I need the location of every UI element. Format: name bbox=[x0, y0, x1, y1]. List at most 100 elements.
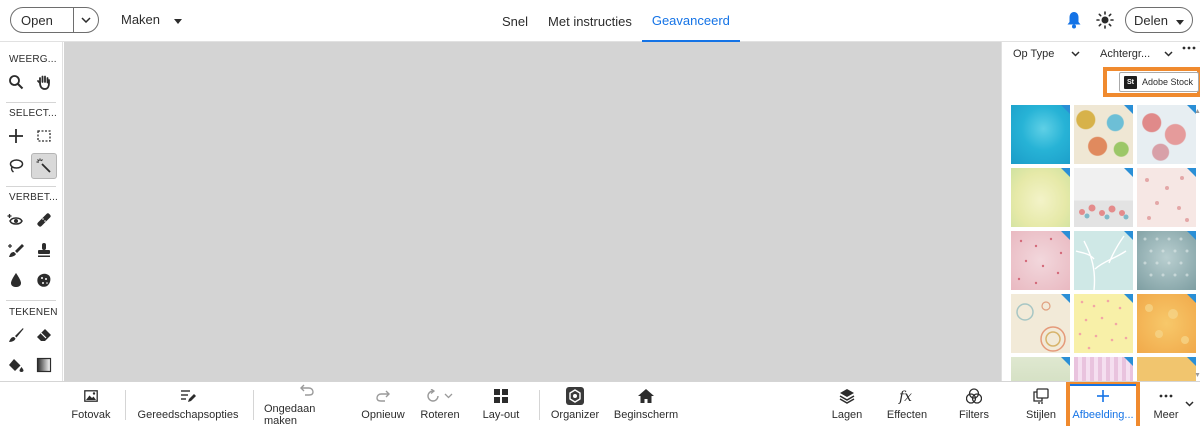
brush-icon[interactable] bbox=[3, 322, 29, 348]
sponge-icon[interactable] bbox=[31, 267, 57, 293]
effects-button[interactable]: fx Effecten bbox=[885, 382, 929, 426]
stock-corner-badge bbox=[1124, 105, 1133, 114]
paint-bucket-icon[interactable] bbox=[3, 352, 29, 378]
caret-down-icon bbox=[1175, 13, 1184, 28]
tool-options-icon bbox=[180, 388, 196, 404]
rotate-label: Roteren bbox=[420, 409, 460, 421]
adobe-stock-highlight: St Adobe Stock bbox=[1103, 67, 1200, 97]
thumbnail[interactable] bbox=[1074, 357, 1133, 381]
lasso-icon[interactable] bbox=[3, 153, 29, 179]
stock-corner-badge bbox=[1061, 105, 1070, 114]
bottom-divider bbox=[125, 390, 126, 420]
gereedschapsopties-label: Gereedschapsopties bbox=[137, 409, 239, 421]
chevron-down-icon[interactable] bbox=[1185, 394, 1194, 412]
thumbnail[interactable] bbox=[1011, 105, 1070, 164]
graphics-panel: Op Type Achtergr... St Adobe Stock bbox=[1001, 42, 1200, 381]
filters-icon bbox=[966, 388, 982, 404]
open-button-label: Open bbox=[21, 12, 53, 28]
afbeelding-button[interactable]: Afbeelding... bbox=[1070, 382, 1136, 426]
more-options-icon[interactable] bbox=[1182, 46, 1196, 50]
stock-corner-badge bbox=[1124, 357, 1133, 366]
svg-text:fx: fx bbox=[898, 389, 912, 404]
magic-wand-icon[interactable] bbox=[31, 153, 57, 179]
filters-label: Filters bbox=[959, 409, 989, 421]
rotate-button[interactable]: Roteren bbox=[418, 382, 462, 426]
gradient-icon[interactable] bbox=[31, 352, 57, 378]
fotovak-button[interactable]: Fotovak bbox=[70, 382, 112, 426]
red-eye-icon[interactable] bbox=[3, 207, 29, 233]
thumbnail[interactable] bbox=[1074, 168, 1133, 227]
organizer-button[interactable]: Organizer bbox=[550, 382, 600, 426]
tab-met-instructies[interactable]: Met instructies bbox=[538, 0, 642, 42]
photo-bin-icon bbox=[84, 388, 98, 404]
share-label: Delen bbox=[1134, 12, 1168, 28]
hand-icon[interactable] bbox=[31, 69, 57, 95]
layout-button[interactable]: Lay-out bbox=[480, 382, 522, 426]
chevron-down-icon[interactable] bbox=[74, 17, 98, 23]
bell-icon[interactable] bbox=[1066, 11, 1082, 34]
move-icon[interactable] bbox=[3, 123, 29, 149]
thumbnail[interactable] bbox=[1074, 105, 1133, 164]
organizer-icon bbox=[566, 387, 584, 405]
thumbnail[interactable] bbox=[1137, 357, 1196, 381]
blur-icon[interactable] bbox=[3, 267, 29, 293]
more-label: Meer bbox=[1153, 409, 1179, 421]
thumbnail[interactable] bbox=[1137, 105, 1196, 164]
layers-button[interactable]: Lagen bbox=[829, 382, 865, 426]
fotovak-label: Fotovak bbox=[71, 409, 111, 421]
thumbnail[interactable] bbox=[1011, 294, 1070, 353]
maken-menu[interactable]: Maken bbox=[121, 12, 183, 27]
background-thumbnails bbox=[1011, 105, 1200, 381]
panel-scrollbar[interactable] bbox=[1195, 105, 1200, 381]
tab-geavanceerd[interactable]: Geavanceerd bbox=[641, 0, 740, 42]
thumbnail[interactable] bbox=[1074, 294, 1133, 353]
fx-icon: fx bbox=[898, 388, 916, 404]
open-button[interactable]: Open bbox=[10, 7, 99, 33]
tools-panel: WEERG... SELECT... VERBET... TEKENEN bbox=[0, 42, 63, 400]
stock-corner-badge bbox=[1061, 168, 1070, 177]
filter-category-dropdown[interactable]: Achtergr... bbox=[1100, 48, 1173, 60]
zoom-icon[interactable] bbox=[3, 69, 29, 95]
rotate-icon bbox=[426, 388, 454, 404]
mode-tabs: Snel Met instructies Geavanceerd bbox=[492, 0, 740, 42]
undo-label: Ongedaan maken bbox=[264, 403, 316, 426]
thumbnail[interactable] bbox=[1137, 168, 1196, 227]
plus-icon bbox=[1097, 388, 1109, 404]
chevron-down-icon bbox=[1071, 48, 1080, 60]
thumbnail[interactable] bbox=[1011, 168, 1070, 227]
healing-brush-icon[interactable] bbox=[31, 207, 57, 233]
clone-stamp-icon[interactable] bbox=[31, 237, 57, 263]
thumbnail[interactable] bbox=[1011, 357, 1070, 381]
share-button[interactable]: Delen bbox=[1125, 7, 1193, 33]
filters-button[interactable]: Filters bbox=[954, 382, 994, 426]
section-tekenen: TEKENEN bbox=[9, 307, 58, 318]
marquee-icon[interactable] bbox=[31, 123, 57, 149]
filter-type-dropdown[interactable]: Op Type bbox=[1013, 48, 1080, 60]
chevron-down-icon bbox=[1164, 48, 1173, 60]
image-canvas[interactable] bbox=[64, 42, 1001, 381]
home-screen-button[interactable]: Beginscherm bbox=[614, 382, 678, 426]
adobe-stock-button[interactable]: St Adobe Stock bbox=[1119, 72, 1199, 92]
gereedschapsopties-button[interactable]: Gereedschapsopties bbox=[137, 382, 239, 426]
sun-icon[interactable] bbox=[1096, 11, 1114, 34]
stock-logo-icon: St bbox=[1124, 75, 1137, 89]
undo-button[interactable]: Ongedaan maken bbox=[264, 382, 350, 426]
thumbnail[interactable] bbox=[1137, 294, 1196, 353]
redo-icon bbox=[376, 388, 390, 404]
tab-snel[interactable]: Snel bbox=[492, 0, 538, 42]
section-verbeteren: VERBET... bbox=[9, 192, 59, 203]
smart-brush-icon[interactable] bbox=[3, 237, 29, 263]
thumbnail[interactable] bbox=[1074, 231, 1133, 290]
toolbar-divider bbox=[6, 102, 56, 103]
thumbnail[interactable] bbox=[1137, 231, 1196, 290]
redo-button[interactable]: Opnieuw bbox=[360, 382, 406, 426]
eraser-icon[interactable] bbox=[31, 322, 57, 348]
photoshop-elements-window: Open Maken Snel Met instructies Geavance… bbox=[0, 0, 1200, 426]
layout-icon bbox=[494, 388, 508, 404]
styles-button[interactable]: Stijlen bbox=[1022, 382, 1060, 426]
layers-label: Lagen bbox=[831, 409, 863, 421]
more-button[interactable]: Meer bbox=[1150, 382, 1182, 426]
thumbnail[interactable] bbox=[1011, 231, 1070, 290]
toolbar-divider bbox=[6, 186, 56, 187]
organizer-label: Organizer bbox=[550, 409, 600, 421]
